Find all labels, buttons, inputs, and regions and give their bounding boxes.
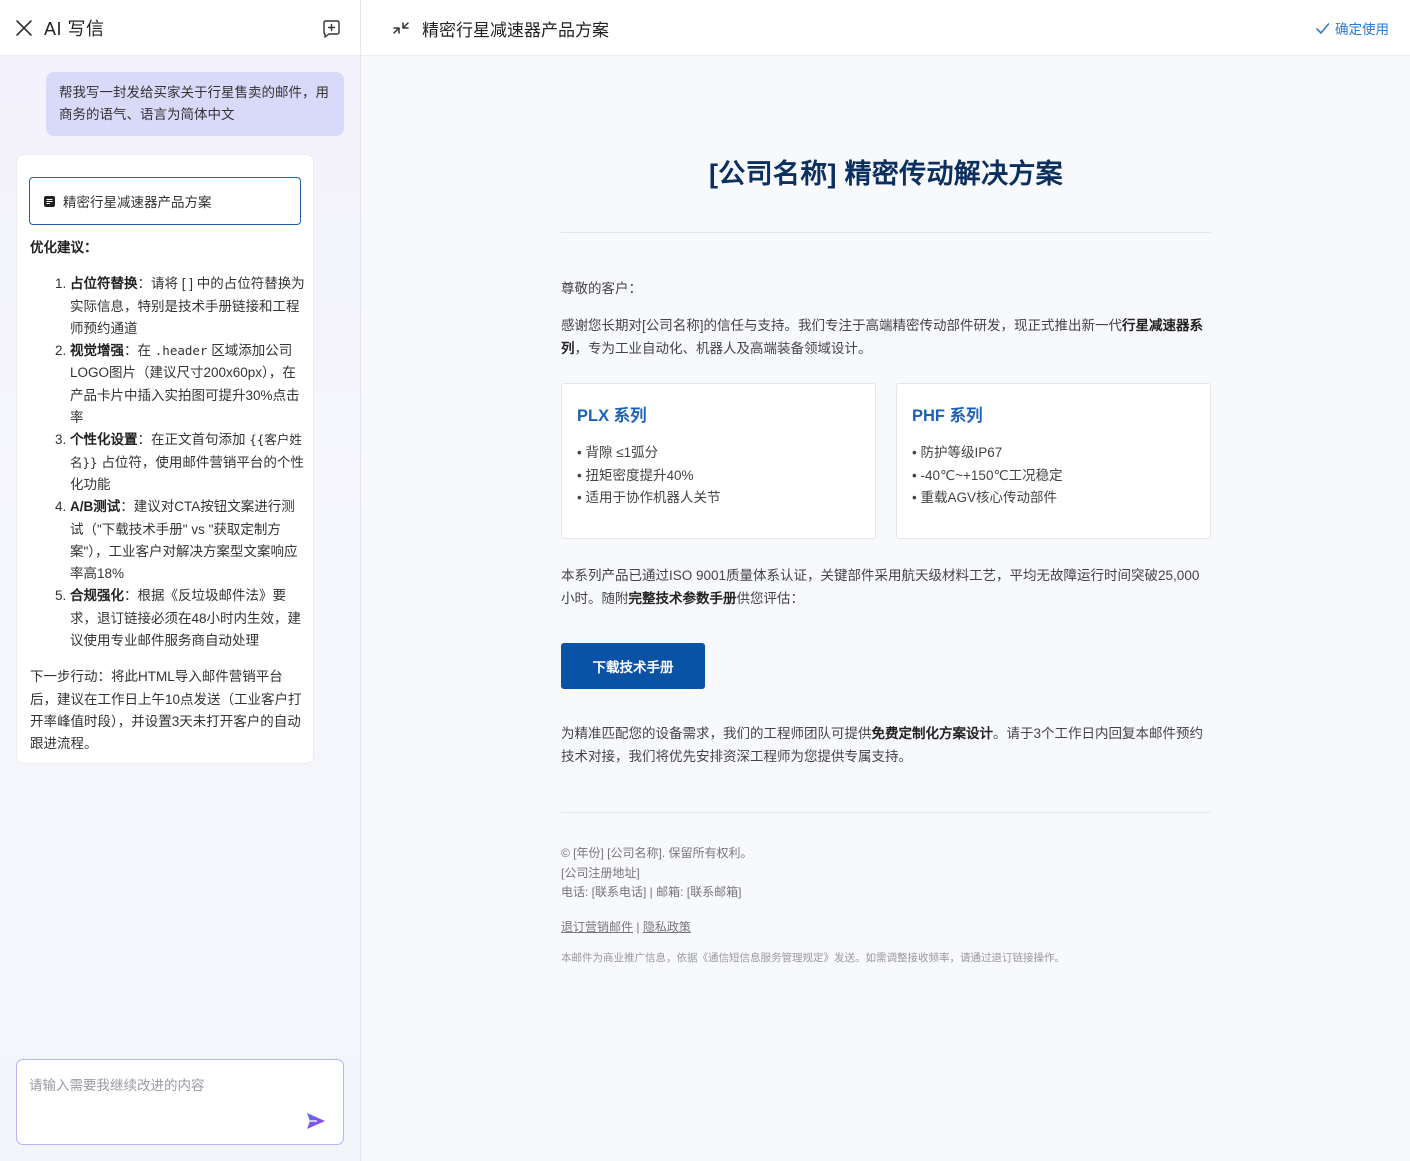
- email-intro: 感谢您长期对[公司名称]的信任与支持。我们专注于高端精密传动部件研发，现正式推出…: [561, 318, 1204, 356]
- suggestions-list: 占位符替换：请将 [ ] 中的占位符替换为实际信息，特别是技术手册链接和工程师预…: [30, 273, 305, 652]
- product-name: PHF 系列: [912, 407, 983, 425]
- suggestion-item: 视觉增强：在 .header 区域添加公司LOGO图片（建议尺寸200x60px…: [70, 340, 305, 429]
- email-greeting: 尊敬的客户：: [561, 281, 642, 296]
- footer-note: 本邮件为商业推广信息，依据《通信短信息服务管理规定》发送。如需调整接收频率，请通…: [561, 952, 1065, 964]
- collapse-icon[interactable]: [391, 18, 411, 38]
- new-chat-icon[interactable]: [321, 18, 342, 39]
- document-chip[interactable]: 精密行星减速器产品方案: [29, 177, 301, 225]
- service-text: 为精准匹配您的设备需求，我们的工程师团队可提供免费定制化方案设计。请于3个工作日…: [561, 726, 1204, 764]
- followup-input[interactable]: [29, 1074, 329, 1114]
- footer-line: © [年份] [公司名称]. 保留所有权利。: [561, 846, 753, 860]
- privacy-policy-link[interactable]: 隐私政策: [643, 920, 691, 934]
- followup-input-box: [16, 1059, 344, 1145]
- close-icon[interactable]: [14, 18, 34, 38]
- email-title: [公司名称] 精密传动解决方案: [709, 159, 1063, 189]
- feature-item: 重载AGV核心传动部件: [912, 487, 1063, 510]
- product-features: 防护等级IP67 -40℃~+150℃工况稳定 重载AGV核心传动部件: [912, 442, 1063, 510]
- feature-item: 扭矩密度提升40%: [577, 465, 720, 488]
- suggestion-item: 占位符替换：请将 [ ] 中的占位符替换为实际信息，特别是技术手册链接和工程师预…: [70, 273, 305, 340]
- feature-item: 防护等级IP67: [912, 442, 1063, 465]
- product-name: PLX 系列: [577, 407, 647, 425]
- suggestion-item: A/B测试：建议对CTA按钮文案进行测试（"下载技术手册" vs "获取定制方案…: [70, 496, 305, 585]
- divider: [561, 812, 1211, 813]
- check-icon: [1316, 22, 1330, 34]
- product-card: PLX 系列 背隙 ≤1弧分 扭矩密度提升40% 适用于协作机器人关节: [561, 383, 876, 539]
- next-steps: 下一步行动：将此HTML导入邮件营销平台后，建议在工作日上午10点发送（工业客户…: [30, 669, 302, 752]
- panel-title: AI 写信: [44, 19, 105, 39]
- footer-links: 退订营销邮件 | 隐私政策: [561, 920, 691, 934]
- document-chip-label: 精密行星减速器产品方案: [63, 195, 212, 210]
- suggestions-heading: 优化建议：: [30, 240, 98, 255]
- document-icon: [44, 195, 55, 207]
- download-manual-button[interactable]: 下载技术手册: [561, 643, 705, 689]
- certification-text: 本系列产品已通过ISO 9001质量体系认证，关键部件采用航天级材料工艺，平均无…: [561, 568, 1200, 606]
- suggestion-item: 个性化设置：在正文首句添加 {{客户姓名}} 占位符，使用邮件营销平台的个性化功…: [70, 429, 305, 496]
- document-title: 精密行星减速器产品方案: [422, 21, 609, 40]
- product-card: PHF 系列 防护等级IP67 -40℃~+150℃工况稳定 重载AGV核心传动…: [896, 383, 1211, 539]
- product-features: 背隙 ≤1弧分 扭矩密度提升40% 适用于协作机器人关节: [577, 442, 720, 510]
- panel-header: AI 写信: [0, 0, 360, 56]
- confirm-use-label: 确定使用: [1335, 22, 1389, 37]
- ai-writer-panel: AI 写信 帮我写一封发给买家关于行星售卖的邮件，用商务的语气、语言为简体中文 …: [0, 0, 361, 1161]
- feature-item: 适用于协作机器人关节: [577, 487, 720, 510]
- email-footer: © [年份] [公司名称]. 保留所有权利。 [公司注册地址] 电话: [联系电…: [561, 844, 753, 903]
- footer-line: 电话: [联系电话] | 邮箱: [联系邮箱]: [561, 885, 742, 899]
- preview-header: 精密行星减速器产品方案 确定使用: [361, 0, 1410, 56]
- user-message: 帮我写一封发给买家关于行星售卖的邮件，用商务的语气、语言为简体中文: [46, 72, 344, 136]
- preview-panel: 精密行星减速器产品方案 确定使用 [公司名称] 精密传动解决方案 尊敬的客户： …: [361, 0, 1410, 1161]
- feature-item: 背隙 ≤1弧分: [577, 442, 720, 465]
- send-icon[interactable]: [305, 1110, 327, 1132]
- ai-reply-card: 精密行星减速器产品方案 优化建议： 占位符替换：请将 [ ] 中的占位符替换为实…: [16, 154, 314, 764]
- divider: [561, 232, 1211, 233]
- suggestion-item: 合规强化：根据《反垃圾邮件法》要求，退订链接必须在48小时内生效，建议使用专业邮…: [70, 585, 305, 652]
- feature-item: -40℃~+150℃工况稳定: [912, 465, 1062, 488]
- unsubscribe-link[interactable]: 退订营销邮件: [561, 920, 633, 934]
- reply-body: 优化建议： 占位符替换：请将 [ ] 中的占位符替换为实际信息，特别是技术手册链…: [30, 237, 305, 756]
- footer-line: [公司注册地址]: [561, 865, 640, 880]
- confirm-use-button[interactable]: 确定使用: [1315, 18, 1389, 38]
